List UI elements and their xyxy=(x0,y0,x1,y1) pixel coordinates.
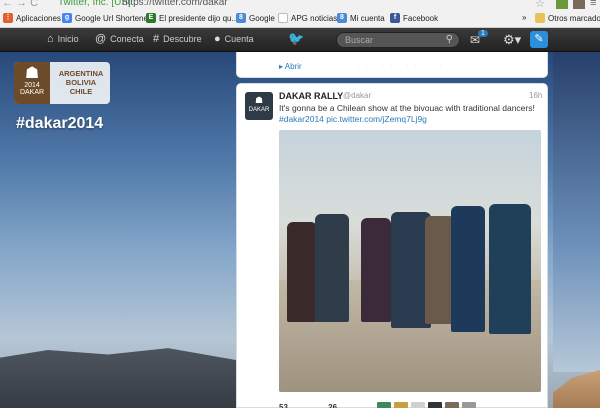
bookmark-label: Facebook xyxy=(403,13,439,23)
bookmark-label: Google Url Shortener xyxy=(75,13,151,23)
dakar-logo: ☗ 2014 DAKAR ARGENTINA BOLIVIA CHILE xyxy=(14,62,110,104)
facebook-icon: f xyxy=(390,13,400,23)
google-icon: g xyxy=(62,13,72,23)
nav-account[interactable]: ● Cuenta xyxy=(214,33,254,45)
bookmark-google[interactable]: 8 Google xyxy=(236,13,275,23)
bookmark-label: APG noticias xyxy=(291,13,338,23)
nav-home[interactable]: ⌂ Inicio xyxy=(47,33,79,45)
news-icon: E xyxy=(146,13,156,23)
tuareg-figure-icon: ☗ xyxy=(24,65,40,82)
home-icon: ⌂ xyxy=(47,33,54,45)
bookmark-facebook[interactable]: f Facebook xyxy=(390,13,438,23)
retweet-count[interactable]: 53 xyxy=(279,403,288,408)
search-icon[interactable]: ⚲ xyxy=(446,34,453,45)
tweet-photo[interactable] xyxy=(279,130,541,392)
expand-tweet-link[interactable]: ▸ Abrir xyxy=(279,62,302,71)
bookmark-label: Mi cuenta xyxy=(350,13,385,23)
tweet-timestamp[interactable]: 16h xyxy=(529,91,542,100)
page-icon xyxy=(278,13,288,23)
expand-label: Abrir xyxy=(284,62,302,71)
bookmark-star-icon[interactable]: ☆ xyxy=(535,0,545,10)
dancer-figure xyxy=(361,218,391,322)
bookmark-el-presidente[interactable]: E El presidente dijo qu... xyxy=(146,13,238,23)
messages-button[interactable]: ✉ 1 xyxy=(470,30,488,47)
extension-icon[interactable] xyxy=(556,0,568,9)
user-avatar[interactable] xyxy=(428,402,442,408)
bookmark-label: Google xyxy=(249,13,275,23)
extension-icon-2[interactable] xyxy=(573,0,585,9)
nav-account-label: Cuenta xyxy=(224,34,254,44)
avatar[interactable]: ☗ DAKAR xyxy=(245,92,273,120)
folder-icon xyxy=(535,13,545,23)
logo-countries: ARGENTINA BOLIVIA CHILE xyxy=(54,69,108,96)
mountain-silhouette xyxy=(0,348,240,408)
user-avatar[interactable] xyxy=(462,402,476,408)
logo-brand: DAKAR xyxy=(19,89,45,96)
bookmark-apps[interactable]: ⋮ Aplicaciones xyxy=(3,13,61,23)
nav-connect[interactable]: @ Conecta xyxy=(95,33,144,45)
bookmark-apg-noticias[interactable]: APG noticias xyxy=(278,13,337,23)
browser-address-bar: ← → C Twitter, Inc. [US] https://twitter… xyxy=(0,0,600,10)
dakar-avatar-icon: ☗ xyxy=(254,95,264,105)
apps-grid-icon: ⋮ xyxy=(3,13,13,23)
bookmark-label: El presidente dijo qu... xyxy=(159,13,239,23)
dancer-figure xyxy=(451,206,485,332)
logo-country: ARGENTINA xyxy=(58,69,104,78)
search-input[interactable]: Buscar ⚲ xyxy=(336,32,460,48)
compose-tweet-button[interactable]: ✎ xyxy=(530,31,548,48)
user-avatar[interactable] xyxy=(411,402,425,408)
settings-gear-icon[interactable]: ⚙▾ xyxy=(503,32,521,48)
user-avatar[interactable] xyxy=(377,402,391,408)
dancer-figure xyxy=(315,214,349,322)
bookmark-google-url-shortener[interactable]: g Google Url Shortener xyxy=(62,13,151,23)
back-forward-icons[interactable]: ← → C xyxy=(2,0,38,9)
person-icon: ● xyxy=(214,33,221,45)
bookmark-other[interactable]: Otros marcadores xyxy=(535,13,600,23)
logo-year: 2014 xyxy=(24,82,40,89)
avatar-label: DAKAR xyxy=(248,107,270,113)
nav-discover-label: Descubre xyxy=(163,34,202,44)
user-avatar[interactable] xyxy=(445,402,459,408)
google-icon: 8 xyxy=(236,13,246,23)
bookmarks-overflow[interactable]: » xyxy=(522,13,526,22)
tweet-pic-link[interactable]: pic.twitter.com/jZemq7Lj9g xyxy=(326,114,427,124)
previous-tweet-card[interactable]: ▸ Abrir ·· ·· ·· ·· xyxy=(236,52,548,78)
tweet-stats: 53 26 xyxy=(279,403,375,408)
tweet-author-name[interactable]: DAKAR RALLY xyxy=(279,91,343,101)
search-placeholder: Buscar xyxy=(345,35,374,45)
user-avatar[interactable] xyxy=(394,402,408,408)
right-background-strip xyxy=(553,52,600,372)
hash-icon: # xyxy=(153,33,160,45)
tweet-card[interactable]: ☗ DAKAR DAKAR RALLY @dakar 16h It's gonn… xyxy=(236,83,548,408)
tweet-author-handle[interactable]: @dakar xyxy=(343,91,371,100)
twitter-bird-icon[interactable]: 🐦 xyxy=(288,31,304,47)
dancer-figure xyxy=(489,204,531,334)
tweet-text: It's gonna be a Chilean show at the bivo… xyxy=(279,103,541,125)
nav-discover[interactable]: # Descubre xyxy=(153,33,202,45)
bookmark-label: Aplicaciones xyxy=(16,13,61,23)
browser-menu-icon[interactable]: ≡ xyxy=(590,0,596,9)
secure-site-label: Twitter, Inc. [US] xyxy=(58,0,131,8)
bookmark-label: Otros marcadores xyxy=(548,13,600,23)
favoriters-avatars xyxy=(377,402,476,408)
url-field[interactable]: https://twitter.com/dakar xyxy=(122,0,228,8)
dakar-emblem: ☗ 2014 DAKAR xyxy=(14,62,50,104)
messages-badge: 1 xyxy=(478,30,488,37)
dancer-figure xyxy=(287,222,317,322)
twitter-topbar: ⌂ Inicio @ Conecta # Descubre ● Cuenta 🐦… xyxy=(0,28,600,52)
logo-country: BOLIVIA xyxy=(65,78,97,87)
nav-home-label: Inicio xyxy=(57,34,79,44)
tweet-body: It's gonna be a Chilean show at the bivo… xyxy=(279,103,535,113)
favorite-count[interactable]: 26 xyxy=(328,403,337,408)
profile-hashtag: #dakar2014 xyxy=(16,115,104,132)
nav-connect-label: Conecta xyxy=(110,34,144,44)
tweet-hashtag-link[interactable]: #dakar2014 xyxy=(279,114,324,124)
tweet-actions-row: ·· ·· ·· ·· xyxy=(357,63,448,70)
bookmark-mi-cuenta[interactable]: 8 Mi cuenta xyxy=(337,13,385,23)
logo-country: CHILE xyxy=(69,87,93,96)
at-icon: @ xyxy=(95,33,107,45)
google-icon: 8 xyxy=(337,13,347,23)
bookmarks-bar: ⋮ Aplicaciones g Google Url Shortener E … xyxy=(0,10,600,28)
